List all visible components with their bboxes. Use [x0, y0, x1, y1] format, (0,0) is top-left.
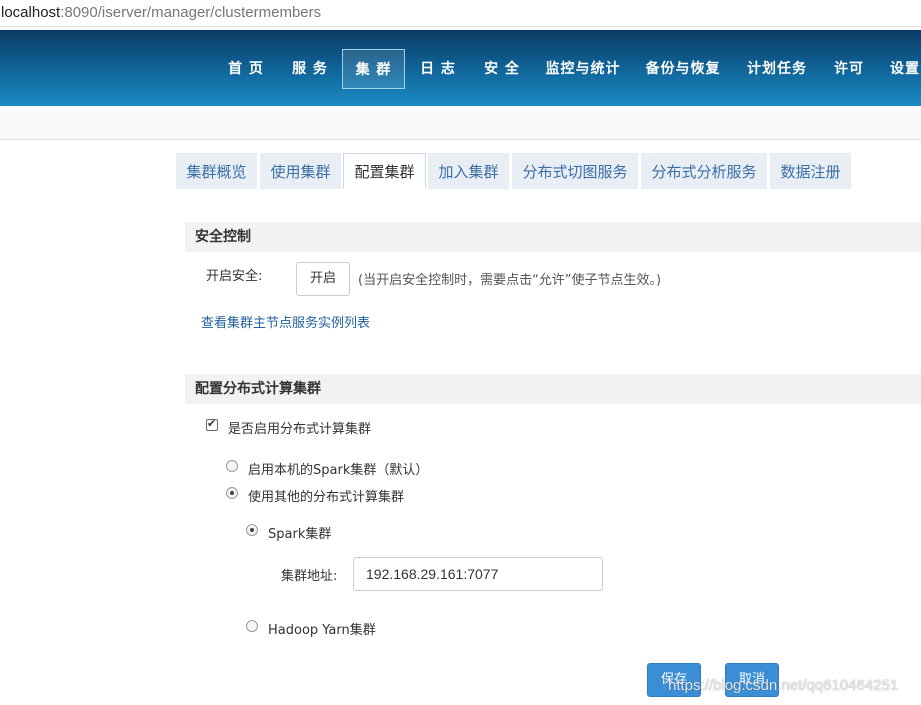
local-spark-radio[interactable] — [226, 460, 238, 472]
nav-item-security[interactable]: 安 全 — [478, 49, 526, 89]
open-security-button[interactable]: 开启 — [296, 262, 350, 296]
nav-item-settings[interactable]: 设置 — [890, 49, 921, 89]
other-cluster-label: 使用其他的分布式计算集群 — [248, 490, 405, 505]
tab-distributed-analysis[interactable]: 分布式分析服务 — [641, 153, 767, 189]
top-navbar: 首 页 服 务 集 群 日 志 安 全 监控与统计 备份与恢复 计划任务 许可 … — [0, 30, 921, 106]
url-path: :8090/iserver/manager/clustermembers — [60, 4, 322, 21]
master-node-instances-link[interactable]: 查看集群主节点服务实例列表 — [201, 312, 370, 331]
nav-item-services[interactable]: 服 务 — [286, 49, 334, 89]
enable-distributed-checkbox[interactable] — [206, 417, 218, 431]
cluster-address-input[interactable] — [353, 557, 603, 591]
nav-item-cluster[interactable]: 集 群 — [342, 49, 405, 89]
enable-security-label: 开启安全: — [206, 269, 263, 284]
watermark-text: https://blog.csdn.net/qq610464251 — [668, 677, 899, 694]
address-bar[interactable]: localhost:8090/iserver/manager/clusterme… — [0, 0, 921, 27]
security-hint: (当开启安全控制时，需要点击“允许”使子节点生效。) — [358, 273, 662, 288]
enable-distributed-label: 是否启用分布式计算集群 — [228, 422, 372, 437]
sub-header-bar — [0, 106, 921, 140]
distributed-section-title: 配置分布式计算集群 — [185, 374, 921, 404]
tab-join-cluster[interactable]: 加入集群 — [428, 153, 509, 189]
security-section-title: 安全控制 — [185, 222, 921, 252]
spark-cluster-radio[interactable] — [246, 524, 258, 536]
other-cluster-radio[interactable] — [226, 487, 238, 499]
hadoop-yarn-label: Hadoop Yarn集群 — [268, 623, 376, 638]
tab-data-registration[interactable]: 数据注册 — [770, 153, 851, 189]
tab-configure-cluster[interactable]: 配置集群 — [343, 153, 426, 189]
nav-item-monitoring[interactable]: 监控与统计 — [544, 49, 622, 89]
cluster-address-label: 集群地址: — [281, 569, 338, 584]
nav-item-scheduled-tasks[interactable]: 计划任务 — [744, 49, 810, 89]
nav-item-license[interactable]: 许可 — [828, 49, 870, 89]
spark-cluster-label: Spark集群 — [268, 527, 332, 542]
local-spark-label: 启用本机的Spark集群（默认） — [248, 463, 429, 478]
hadoop-yarn-radio[interactable] — [246, 620, 258, 632]
nav-item-logs[interactable]: 日 志 — [414, 49, 462, 89]
nav-item-home[interactable]: 首 页 — [222, 49, 270, 89]
tab-use-cluster[interactable]: 使用集群 — [260, 153, 341, 189]
url-host: localhost — [1, 4, 61, 21]
nav-item-backup[interactable]: 备份与恢复 — [643, 49, 723, 89]
tab-cluster-overview[interactable]: 集群概览 — [176, 153, 257, 189]
tab-distributed-tiling[interactable]: 分布式切图服务 — [512, 153, 638, 189]
